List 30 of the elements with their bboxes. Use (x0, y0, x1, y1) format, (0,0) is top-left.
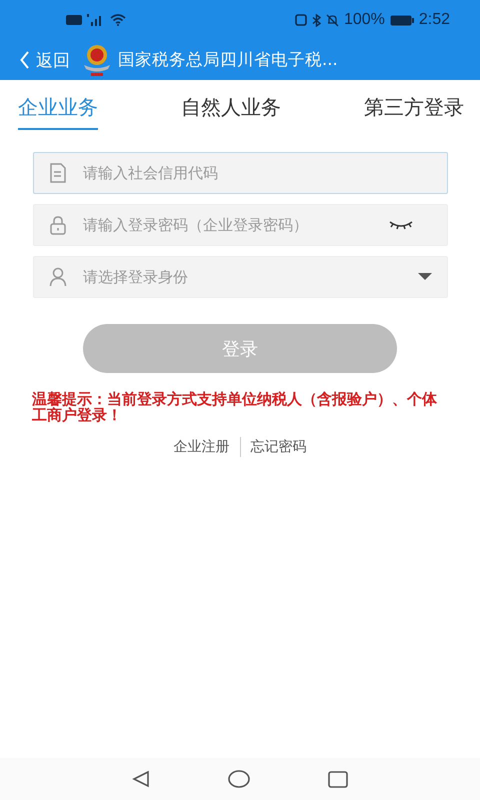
placeholder-text: 请选择登录身份 (83, 268, 189, 286)
tab[interactable]: 自然人业务 (181, 90, 281, 130)
app-title: 国家税务总局四川省电子税... (118, 49, 338, 71)
closed-eye-icon[interactable] (389, 220, 413, 230)
clock: 2:52 (418, 11, 450, 29)
input-field[interactable]: 请输入社会信用代码 (33, 152, 448, 194)
mute-icon (326, 14, 339, 26)
tab[interactable]: 第三方登录 (364, 90, 464, 130)
document-icon (49, 163, 67, 183)
placeholder-text: 请输入登录密码（企业登录密码） (83, 216, 309, 234)
back-nav-icon[interactable] (132, 770, 150, 788)
emblem-icon (82, 43, 112, 77)
input-field[interactable]: 请输入登录密码（企业登录密码） (33, 204, 448, 246)
link[interactable]: 忘记密码 (250, 438, 306, 456)
battery-icon (390, 14, 414, 26)
back-button[interactable]: 返回 (20, 48, 70, 72)
placeholder-text: 请输入社会信用代码 (83, 164, 219, 182)
tab[interactable]: 企业业务 (18, 90, 98, 130)
wifi-icon (110, 14, 126, 26)
person-icon (49, 267, 67, 287)
recents-nav-icon[interactable] (328, 770, 348, 788)
link[interactable]: 企业注册 (174, 438, 230, 456)
dropdown-caret-icon (418, 273, 432, 281)
lock-icon (49, 215, 67, 235)
battery-percent: 100% (344, 11, 385, 29)
chevron-left-icon (20, 51, 30, 69)
notice-text: 温馨提示：当前登录方式支持单位纳税人（含报验户）、个体工商户登录！ (32, 391, 438, 423)
bluetooth-icon (312, 14, 321, 26)
home-nav-icon[interactable] (228, 770, 250, 788)
input-field[interactable]: 请选择登录身份 (33, 256, 448, 298)
